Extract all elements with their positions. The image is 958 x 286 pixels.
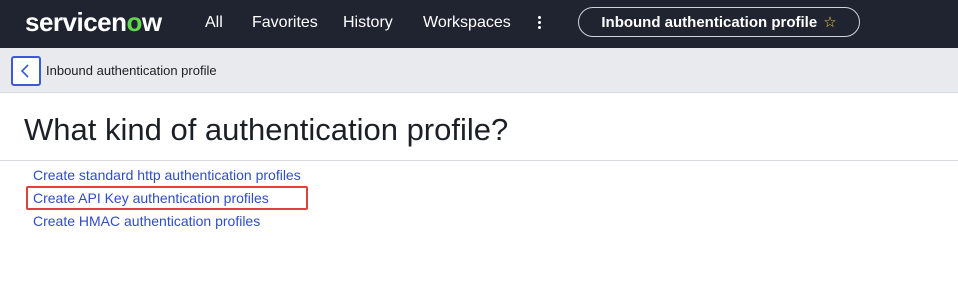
nav-all[interactable]: All — [205, 14, 223, 32]
highlight-annotation-box — [26, 186, 308, 210]
link-hmac-profile[interactable]: Create HMAC authentication profiles — [33, 213, 260, 229]
form-header-title: Inbound authentication profile — [46, 63, 217, 78]
top-nav-bar: servicenow All Favorites History Workspa… — [0, 0, 958, 48]
nav-history[interactable]: History — [343, 14, 393, 32]
link-standard-http-profile[interactable]: Create standard http authentication prof… — [33, 167, 301, 183]
context-title-text: Inbound authentication profile — [601, 13, 818, 31]
logo-text-end: w — [141, 7, 162, 37]
vertical-ellipsis-icon[interactable] — [536, 12, 544, 32]
chevron-left-icon — [20, 64, 29, 78]
servicenow-logo[interactable]: servicenow — [25, 7, 162, 37]
nav-favorites[interactable]: Favorites — [252, 14, 318, 32]
logo-text-start: servicen — [25, 7, 127, 37]
title-divider — [0, 160, 958, 161]
star-icon[interactable]: ☆ — [823, 15, 836, 30]
logo-text-o: o — [126, 7, 143, 37]
nav-workspaces[interactable]: Workspaces — [423, 14, 511, 32]
back-button[interactable] — [11, 56, 41, 86]
form-header: Inbound authentication profile — [0, 48, 958, 93]
context-title-pill[interactable]: Inbound authentication profile ☆ — [578, 7, 860, 37]
page-title: What kind of authentication profile? — [24, 112, 509, 147]
